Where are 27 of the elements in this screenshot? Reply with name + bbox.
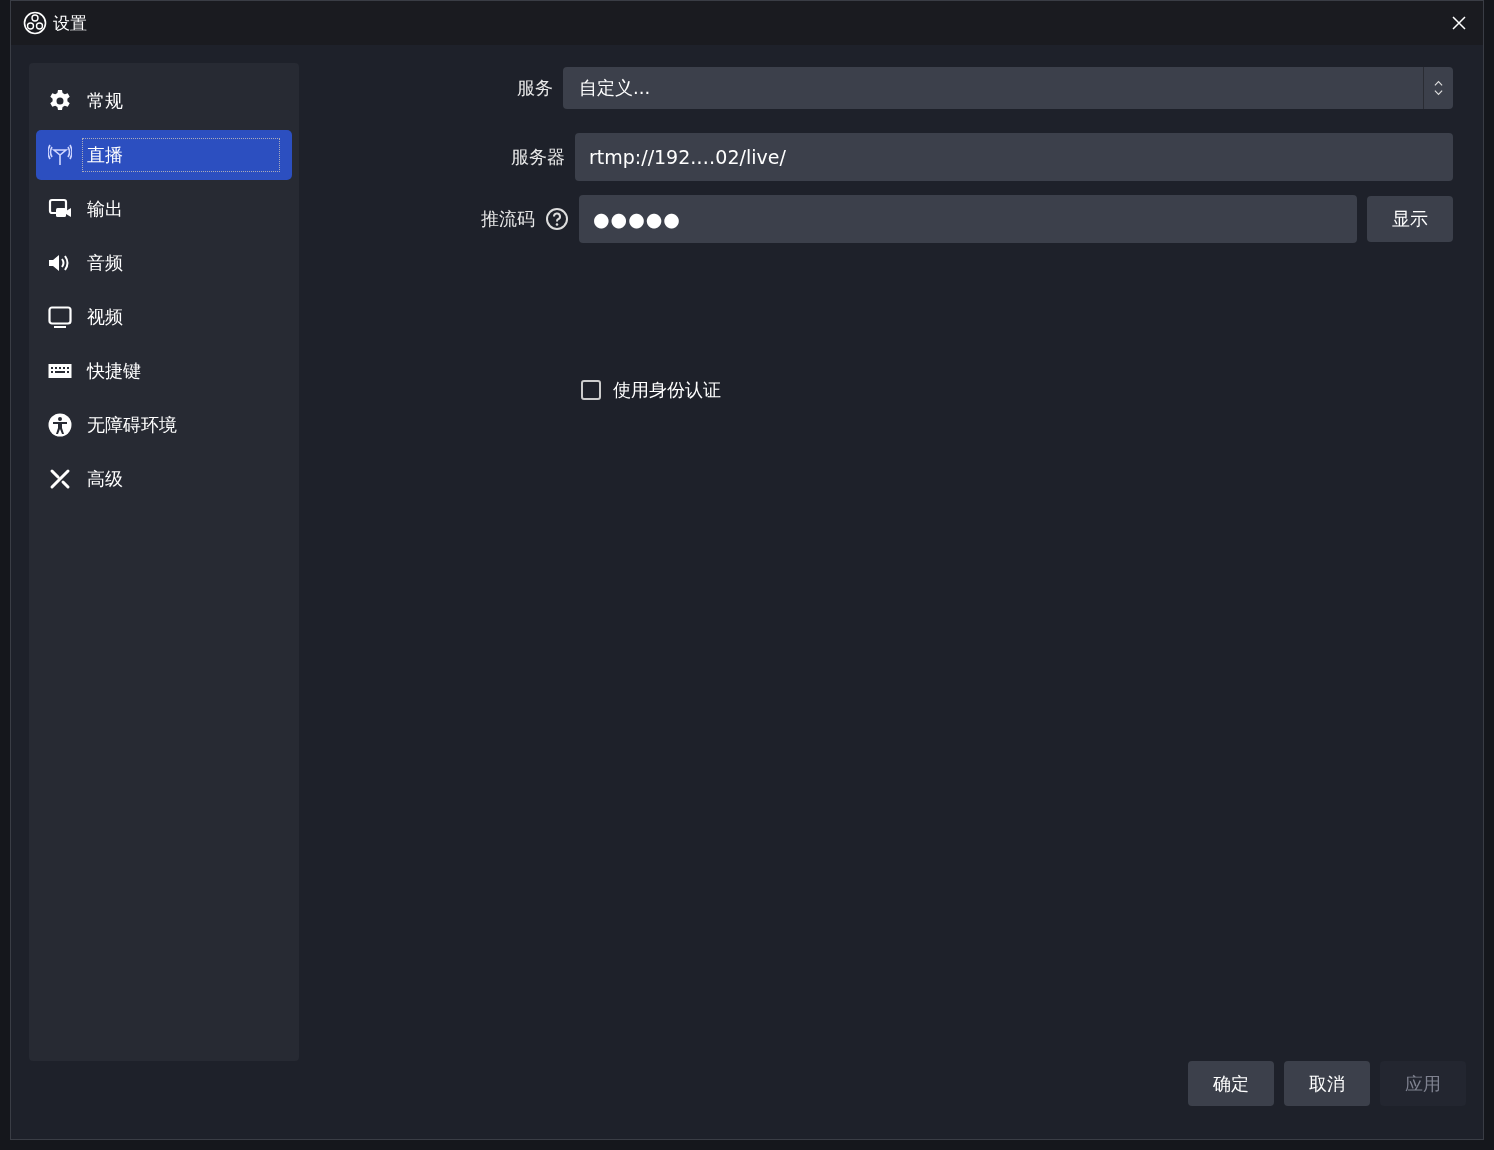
field-label: 服务 — [517, 76, 553, 100]
app-logo-icon — [23, 11, 47, 35]
show-button[interactable]: 显示 — [1367, 196, 1453, 242]
sidebar-item[interactable]: 视频 — [36, 292, 292, 342]
close-icon[interactable] — [1451, 15, 1467, 31]
checkbox-label: 使用身份认证 — [613, 378, 721, 402]
service-dropdown[interactable]: 自定义... — [563, 67, 1453, 109]
gear-icon — [48, 89, 72, 113]
field-label: 推流码 — [481, 207, 535, 231]
stream-key-field[interactable]: ●●●●● — [579, 195, 1357, 243]
sidebar-item[interactable]: 输出 — [36, 184, 292, 234]
monitor-icon — [48, 305, 72, 329]
help-icon[interactable] — [545, 207, 569, 231]
window-title: 设置 — [53, 11, 88, 35]
dialog-button[interactable]: 取消 — [1284, 1061, 1370, 1106]
sidebar-item[interactable]: 高级 — [36, 454, 292, 504]
sidebar-item[interactable]: 直播 — [36, 130, 292, 180]
field-label: 服务器 — [511, 145, 565, 169]
dialog-button[interactable]: 确定 — [1188, 1061, 1274, 1106]
server-field[interactable]: rtmp://192.…02/live/ — [575, 133, 1453, 181]
sidebar-item[interactable]: 音频 — [36, 238, 292, 288]
accessibility-icon — [48, 413, 72, 437]
antenna-icon — [48, 143, 72, 167]
sidebar-item[interactable]: 无障碍环境 — [36, 400, 292, 450]
checkbox[interactable] — [581, 380, 601, 400]
sidebar-item[interactable]: 快捷键 — [36, 346, 292, 396]
sidebar-item[interactable]: 常规 — [36, 76, 292, 126]
